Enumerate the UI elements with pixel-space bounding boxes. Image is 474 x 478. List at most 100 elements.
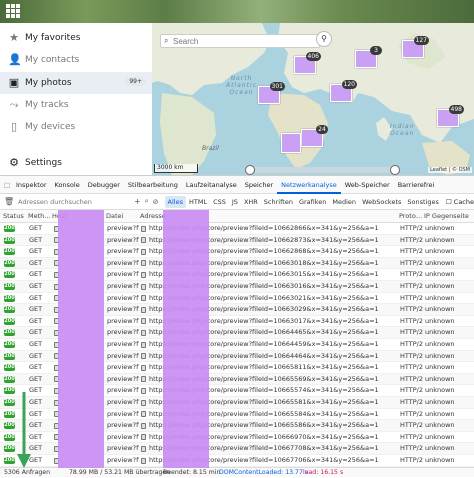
request-file: preview?file (107, 328, 139, 337)
request-file: preview?file (107, 444, 139, 453)
slider-start-handle[interactable] (245, 165, 255, 175)
request-file: preview?file (107, 340, 139, 348)
sidebar-item-photos[interactable]: ▣ My photos 99+ (0, 72, 152, 94)
request-file: preview?file (107, 224, 139, 232)
filter-js[interactable]: JS (229, 196, 241, 208)
status-badge: 200 (4, 225, 15, 232)
filter-fonts[interactable]: Schriften (261, 196, 296, 208)
photo-cluster[interactable]: 498 (437, 105, 464, 127)
url-filter-input[interactable]: Adressen durchsuchen (14, 198, 134, 206)
sidebar-item-settings[interactable]: ⚙ Settings (0, 153, 152, 173)
sidebar-item-label: My tracks (25, 100, 69, 110)
tab-stilbearbeitung[interactable]: Stilbearbeitung (124, 176, 182, 194)
request-protocol: HTTP/2 (400, 409, 423, 418)
request-protocol: HTTP/2 (400, 340, 423, 348)
col-protocol[interactable]: Proto… (399, 210, 422, 223)
request-protocol: HTTP/2 (400, 444, 423, 453)
request-remote-ip: unknown (425, 305, 455, 314)
photo-cluster[interactable]: 301 (258, 82, 285, 104)
app-menu-icon[interactable] (6, 4, 20, 18)
filter-xhr[interactable]: XHR (241, 196, 261, 208)
col-status[interactable]: Status (3, 210, 24, 223)
sidebar-item-devices[interactable]: ▯ My devices (0, 116, 152, 138)
tab-laufzeitanalyse[interactable]: Laufzeitanalyse (182, 176, 241, 194)
request-remote-ip: unknown (425, 351, 455, 360)
redaction-overlay (163, 210, 209, 468)
tab-debugger[interactable]: Debugger (84, 176, 124, 194)
cluster-count: 3 (370, 46, 382, 55)
photo-cluster[interactable]: 127 (402, 36, 429, 58)
tab-barrierefrei[interactable]: Barrierefrei (394, 176, 439, 194)
request-protocol: HTTP/2 (400, 398, 423, 406)
col-remote-ip[interactable]: IP Gegenseite (424, 210, 469, 223)
search-icon[interactable]: ⌕ (145, 197, 153, 206)
tab-web-speicher[interactable]: Web-Speicher (341, 176, 394, 194)
tab-netzwerkanalyse[interactable]: Netzwerkanalyse (277, 176, 341, 194)
filter-html[interactable]: HTML (186, 196, 210, 208)
add-icon[interactable]: + (134, 197, 145, 206)
filter-button[interactable]: ⚲ (316, 31, 332, 47)
photo-count-badge: 99+ (125, 77, 146, 86)
filter-other[interactable]: Sonstiges (404, 196, 441, 208)
map-search[interactable]: ⌕ (160, 34, 320, 48)
lock-icon (141, 457, 146, 464)
trash-icon[interactable]: 🗑 (0, 197, 14, 206)
photo-cluster[interactable]: 24 (301, 125, 328, 147)
photo-cluster[interactable]: 120 (330, 80, 357, 102)
request-method: GET (29, 340, 43, 348)
filter-images[interactable]: Grafiken (296, 196, 329, 208)
photo-map[interactable]: North Atlantic Ocean Indian Ocean Brazil ⌕ … (152, 23, 474, 175)
photo-cluster[interactable] (281, 133, 301, 153)
status-badge: 200 (4, 445, 15, 453)
lock-icon (141, 445, 146, 452)
col-url[interactable]: Adresse (140, 210, 166, 223)
col-file[interactable]: Datei (106, 210, 123, 223)
lock-icon (141, 237, 146, 244)
status-badge: 200 (4, 236, 15, 244)
request-method: GET (29, 363, 43, 372)
block-icon[interactable]: ⊘ (153, 198, 165, 206)
network-filter-bar: 🗑 Adressen durchsuchen + ⌕ ⊘ Alles HTML … (0, 194, 474, 210)
request-method: GET (29, 351, 43, 360)
tab-inspektor[interactable]: Inspektor (12, 176, 51, 194)
col-method[interactable]: Meth… (28, 210, 51, 223)
request-file: preview?file (107, 305, 139, 314)
request-file: preview?file (107, 363, 139, 372)
status-badge: 200 (4, 283, 15, 290)
request-remote-ip: unknown (425, 282, 455, 290)
sidebar-item-contacts[interactable]: 👤 My contacts (0, 49, 152, 71)
request-protocol: HTTP/2 (400, 421, 423, 430)
device-icon: ▯ (10, 120, 18, 133)
cache-label: Cache (453, 197, 474, 206)
request-file: preview?file (107, 235, 139, 244)
disable-cache-checkbox[interactable]: ☐ Cache (442, 198, 474, 206)
slider-end-handle[interactable] (390, 165, 400, 175)
tab-speicher[interactable]: Speicher (241, 176, 277, 194)
cluster-count: 301 (269, 82, 285, 91)
request-file: preview?file (107, 456, 139, 464)
filter-media[interactable]: Medien (329, 196, 359, 208)
lock-icon (141, 411, 146, 418)
lock-icon (141, 364, 146, 371)
sidebar-item-favorites[interactable]: ★ My favorites (0, 27, 152, 49)
request-file: preview?file (107, 270, 139, 279)
lock-icon (141, 271, 146, 278)
pick-element-icon[interactable]: ⬚ (0, 176, 12, 194)
contacts-icon: 👤 (8, 53, 22, 66)
request-protocol: HTTP/2 (400, 328, 423, 337)
tab-konsole[interactable]: Konsole (51, 176, 84, 194)
filter-all[interactable]: Alles (164, 195, 186, 208)
request-protocol: HTTP/2 (400, 316, 423, 325)
filter-css[interactable]: CSS (210, 196, 229, 208)
photo-cluster[interactable]: 3 (355, 46, 382, 68)
finish-time: Beendet: 8.15 min (163, 469, 221, 476)
filter-websockets[interactable]: WebSockets (359, 196, 404, 208)
status-badge: 200 (4, 317, 15, 325)
time-range-slider[interactable] (245, 165, 400, 175)
map-attribution[interactable]: Leaflet | © OSM (428, 167, 472, 173)
photo-cluster[interactable]: 406 (294, 52, 321, 74)
sidebar-item-tracks[interactable]: ⤳ My tracks (0, 94, 152, 116)
dom-content-loaded: DOMContentLoaded: 13.77 s (219, 469, 309, 476)
search-input[interactable] (173, 35, 313, 47)
request-remote-ip: unknown (425, 386, 455, 395)
